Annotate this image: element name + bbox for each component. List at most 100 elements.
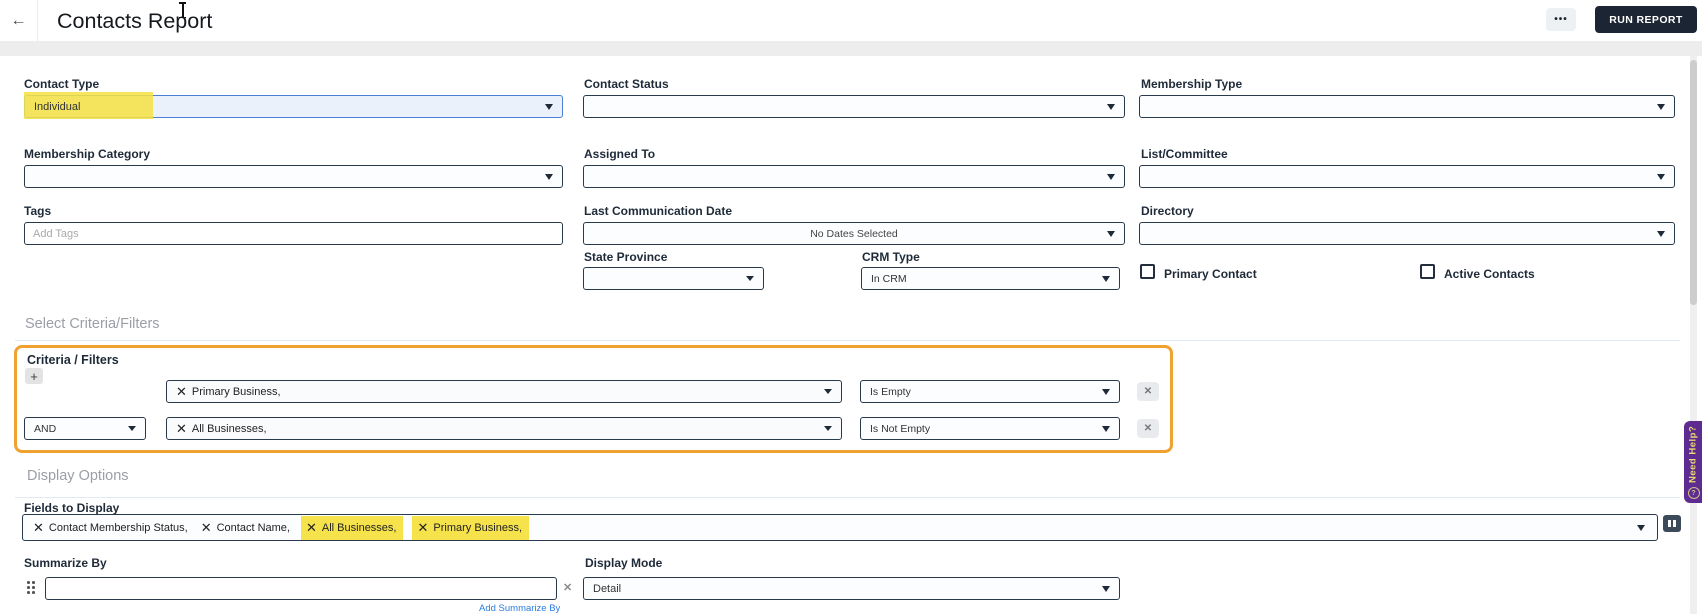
back-arrow-icon: ← <box>10 11 27 29</box>
summarize-by-input[interactable] <box>45 577 557 600</box>
scrollbar-thumb[interactable] <box>1690 60 1697 305</box>
column-settings-button[interactable] <box>1663 515 1681 532</box>
assigned-to-dropdown[interactable] <box>583 165 1125 188</box>
criteria-operator-dropdown[interactable]: Is Not Empty <box>860 417 1120 440</box>
membership-type-label: Membership Type <box>1141 77 1243 91</box>
contact-status-dropdown[interactable] <box>583 95 1125 118</box>
select-criteria-section-title: Select Criteria/Filters <box>25 316 160 332</box>
criteria-conjunction-value: AND <box>34 422 57 435</box>
clear-summarize-button[interactable]: ✕ <box>563 581 572 594</box>
field-chip: ✕ Contact Name, <box>201 520 290 536</box>
run-report-button[interactable]: RUN REPORT <box>1595 6 1697 33</box>
chevron-down-icon <box>1102 586 1110 592</box>
add-summarize-by-link[interactable]: Add Summarize By <box>479 603 560 614</box>
ellipsis-icon: ••• <box>1554 14 1568 25</box>
criteria-operator-dropdown[interactable]: Is Empty <box>860 380 1120 403</box>
criteria-field-dropdown[interactable]: ✕ Primary Business, <box>166 380 842 403</box>
chip-remove-icon[interactable]: ✕ <box>176 421 187 437</box>
display-mode-value: Detail <box>593 582 622 595</box>
chip-text: All Businesses, <box>191 422 267 435</box>
chip-remove-icon[interactable]: ✕ <box>33 520 44 536</box>
chip-remove-icon[interactable]: ✕ <box>176 384 187 400</box>
drag-handle-icon[interactable] <box>27 581 35 595</box>
chip-text: Contact Name, <box>216 521 290 534</box>
chevron-down-icon <box>1107 104 1115 110</box>
field-chip-highlighted: ✕ All Businesses, <box>300 515 404 540</box>
back-button[interactable]: ← <box>0 0 38 41</box>
membership-category-dropdown[interactable] <box>24 165 563 188</box>
membership-type-dropdown[interactable] <box>1139 95 1675 118</box>
header-divider-strip <box>0 41 1702 56</box>
state-province-label: State Province <box>584 250 668 264</box>
add-criteria-button[interactable]: + <box>25 368 43 384</box>
chip-text: Primary Business, <box>433 521 523 534</box>
directory-dropdown[interactable] <box>1139 222 1675 245</box>
chip-remove-icon[interactable]: ✕ <box>201 520 212 536</box>
chevron-down-icon <box>824 426 832 431</box>
chevron-down-icon <box>1657 174 1665 180</box>
primary-contact-label: Primary Contact <box>1164 267 1257 281</box>
chevron-down-icon <box>545 174 553 180</box>
list-committee-dropdown[interactable] <box>1139 165 1675 188</box>
display-options-section-title: Display Options <box>27 468 129 484</box>
chip-remove-icon[interactable]: ✕ <box>306 520 317 536</box>
field-chip: ✕ Contact Membership Status, <box>33 520 188 536</box>
crm-type-value: In CRM <box>871 272 907 285</box>
columns-icon <box>1668 520 1671 527</box>
need-help-label: Need Help? <box>1687 425 1699 483</box>
section-divider <box>15 497 1680 498</box>
display-mode-dropdown[interactable]: Detail <box>583 577 1120 600</box>
chevron-down-icon <box>545 104 553 110</box>
close-icon: ✕ <box>563 582 573 594</box>
more-options-button[interactable]: ••• <box>1546 8 1576 31</box>
list-committee-label: List/Committee <box>1141 147 1228 161</box>
fields-to-display-dropdown[interactable]: ✕ Contact Membership Status, ✕ Contact N… <box>22 514 1658 541</box>
crm-type-label: CRM Type <box>862 250 920 264</box>
columns-icon <box>1673 520 1676 527</box>
crm-type-dropdown[interactable]: In CRM <box>861 267 1120 290</box>
text-cursor <box>177 2 188 18</box>
chip-text: Primary Business, <box>191 385 281 398</box>
need-help-tab[interactable]: Need Help? ? <box>1684 421 1702 503</box>
active-contacts-label: Active Contacts <box>1444 267 1535 281</box>
state-province-dropdown[interactable] <box>583 267 764 290</box>
display-mode-label: Display Mode <box>585 556 663 570</box>
criteria-field-chip: ✕ All Businesses, <box>176 421 267 437</box>
remove-criteria-row-button[interactable]: ✕ <box>1137 419 1159 438</box>
chevron-down-icon <box>824 389 832 394</box>
primary-contact-checkbox[interactable] <box>1140 264 1155 279</box>
field-chip-highlighted: ✕ Primary Business, <box>412 515 530 540</box>
chevron-down-icon <box>128 426 136 431</box>
chevron-down-icon <box>1637 525 1645 531</box>
contacts-report-page: ← Contacts Report ••• RUN REPORT Contact… <box>0 0 1702 614</box>
criteria-field-dropdown[interactable]: ✕ All Businesses, <box>166 417 842 440</box>
chevron-down-icon <box>1107 231 1115 237</box>
last-communication-date-value: No Dates Selected <box>810 227 898 240</box>
last-communication-date-dropdown[interactable]: No Dates Selected <box>583 222 1125 245</box>
summarize-by-label: Summarize By <box>24 556 107 570</box>
criteria-field-chip: ✕ Primary Business, <box>176 384 281 400</box>
criteria-filters-label: Criteria / Filters <box>27 353 119 367</box>
tags-input[interactable] <box>24 222 563 245</box>
chevron-down-icon <box>1102 276 1110 282</box>
criteria-conjunction-dropdown[interactable]: AND <box>24 417 146 440</box>
page-title: Contacts Report <box>57 9 213 33</box>
remove-criteria-row-button[interactable]: ✕ <box>1137 382 1159 401</box>
fields-to-display-label: Fields to Display <box>24 501 120 515</box>
last-communication-date-label: Last Communication Date <box>584 204 733 218</box>
chip-remove-icon[interactable]: ✕ <box>417 520 428 536</box>
chevron-down-icon <box>1657 104 1665 110</box>
close-icon: ✕ <box>1143 423 1153 434</box>
contact-type-value: Individual <box>34 100 81 113</box>
chevron-down-icon <box>1657 231 1665 237</box>
contact-status-label: Contact Status <box>584 77 669 91</box>
chevron-down-icon <box>1102 389 1110 395</box>
criteria-operator-value: Is Not Empty <box>870 422 931 435</box>
chip-text: All Businesses, <box>321 521 397 534</box>
chip-text: Contact Membership Status, <box>48 521 188 534</box>
tags-label: Tags <box>24 204 52 218</box>
active-contacts-checkbox[interactable] <box>1420 264 1435 279</box>
contact-type-label: Contact Type <box>24 77 100 91</box>
plus-icon: + <box>30 368 38 384</box>
help-icon: ? <box>1687 487 1700 499</box>
